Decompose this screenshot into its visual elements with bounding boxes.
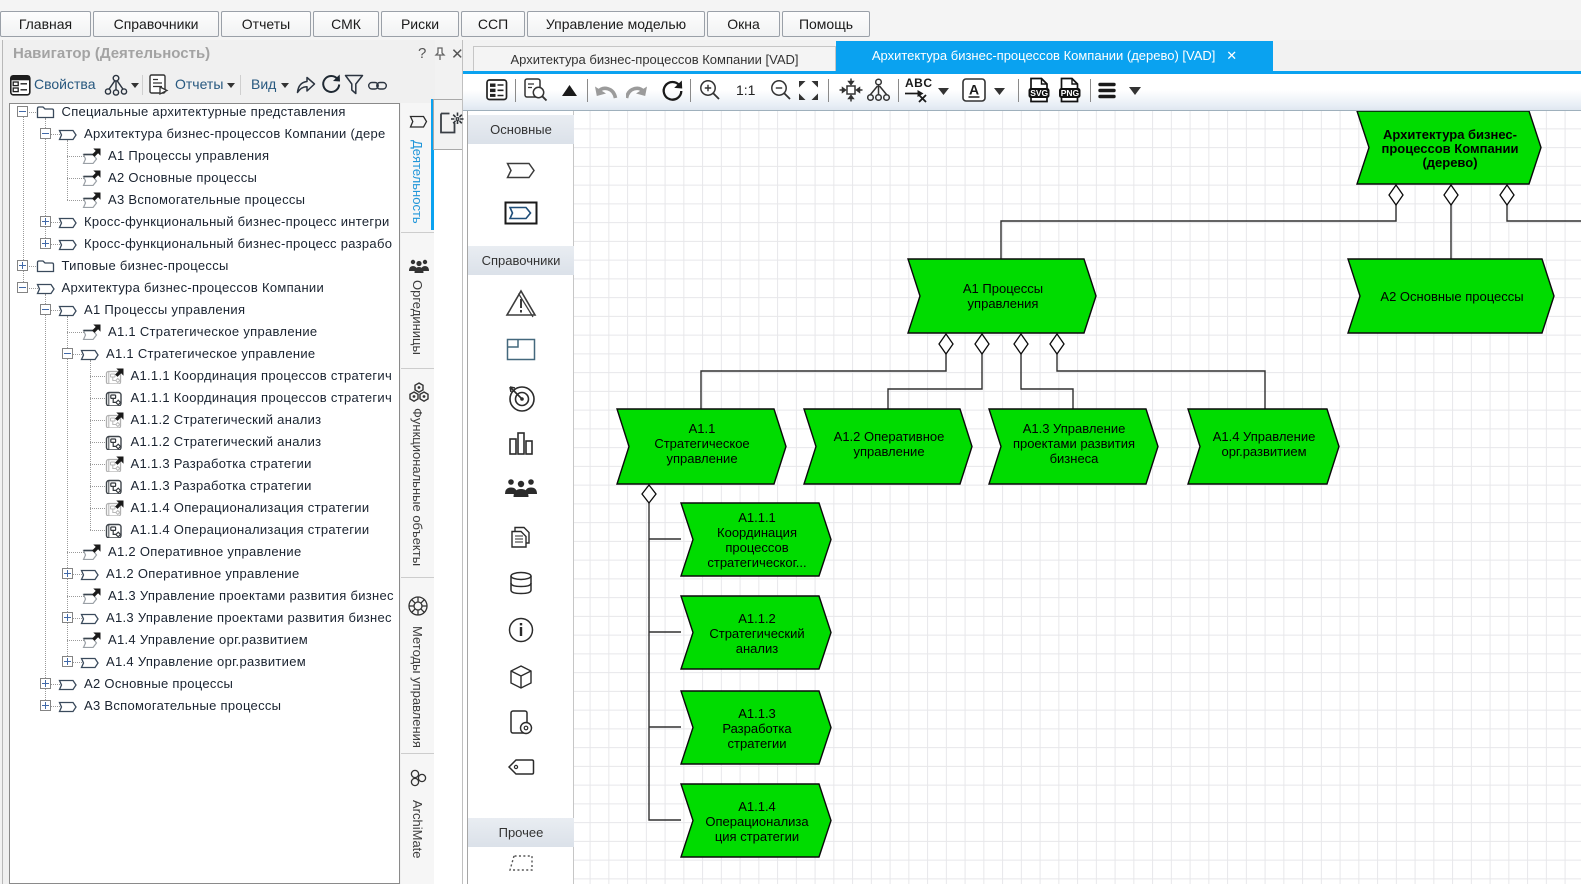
- svg-text:стратегии: стратегии: [728, 736, 787, 751]
- svg-text:Стратегический: Стратегический: [709, 626, 804, 641]
- svg-text:ABC: ABC: [905, 77, 933, 90]
- svg-text:Разработка: Разработка: [722, 721, 792, 736]
- svg-text:Операционализа: Операционализа: [705, 814, 809, 829]
- svg-text:управление: управление: [853, 444, 924, 459]
- svg-text:анализ: анализ: [736, 641, 778, 656]
- svg-text:процессов Компании: процессов Компании: [1381, 141, 1518, 156]
- svg-text:орг.развитием: орг.развитием: [1221, 444, 1306, 459]
- svg-text:Архитектура бизнес-: Архитектура бизнес-: [1383, 127, 1517, 142]
- svg-text:SVG: SVG: [1030, 88, 1048, 98]
- svg-text:А1.4 Управление: А1.4 Управление: [1213, 429, 1316, 444]
- svg-text:(дерево): (дерево): [1422, 155, 1477, 170]
- svg-text:А1.1.1: А1.1.1: [738, 510, 776, 525]
- svg-text:ция стратегии: ция стратегии: [715, 829, 799, 844]
- svg-text:А1.1.4: А1.1.4: [738, 799, 776, 814]
- svg-text:стратегическог...: стратегическог...: [707, 555, 806, 570]
- svg-text:PNG: PNG: [1061, 88, 1080, 98]
- svg-text:управление: управление: [666, 451, 737, 466]
- svg-text:А1.2 Оперативное: А1.2 Оперативное: [834, 429, 945, 444]
- svg-text:А1.1.3: А1.1.3: [738, 706, 776, 721]
- svg-text:Координация: Координация: [717, 525, 797, 540]
- svg-text:процессов: процессов: [725, 540, 788, 555]
- svg-text:Стратегическое: Стратегическое: [654, 436, 749, 451]
- svg-text:A: A: [969, 82, 979, 98]
- svg-text:А1.1: А1.1: [689, 421, 716, 436]
- svg-text:А1.3 Управление: А1.3 Управление: [1023, 421, 1126, 436]
- svg-text:управления: управления: [968, 296, 1039, 311]
- svg-text:А1.1.2: А1.1.2: [738, 611, 776, 626]
- svg-text:проектами развития: проектами развития: [1013, 436, 1135, 451]
- svg-text:бизнеса: бизнеса: [1050, 451, 1100, 466]
- svg-text:А2 Основные процессы: А2 Основные процессы: [1380, 289, 1523, 304]
- svg-text:А1 Процессы: А1 Процессы: [963, 281, 1043, 296]
